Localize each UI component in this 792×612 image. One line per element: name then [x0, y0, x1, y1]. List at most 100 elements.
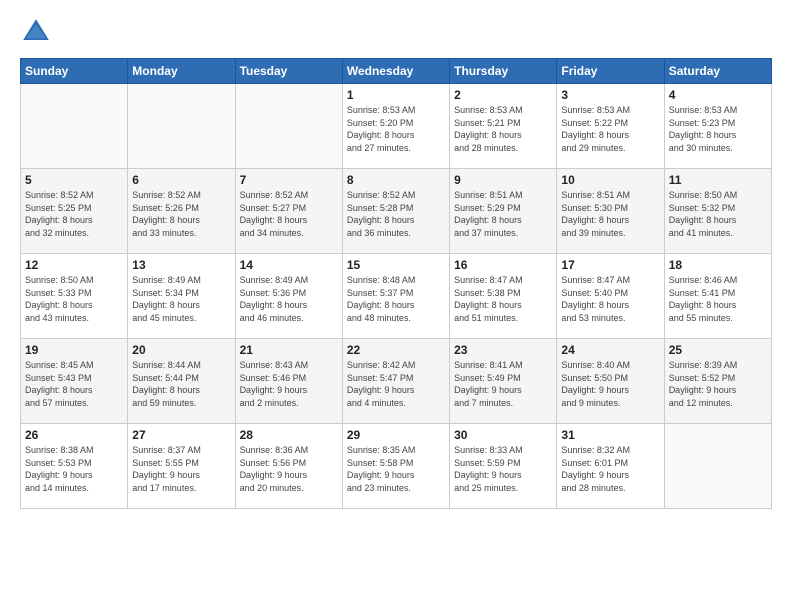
day-info: Sunrise: 8:40 AM Sunset: 5:50 PM Dayligh…	[561, 359, 659, 409]
calendar-cell: 10 Sunrise: 8:51 AM Sunset: 5:30 PM Dayli…	[557, 169, 664, 254]
calendar-cell: 17 Sunrise: 8:47 AM Sunset: 5:40 PM Dayli…	[557, 254, 664, 339]
calendar-cell: 11 Sunrise: 8:50 AM Sunset: 5:32 PM Dayli…	[664, 169, 771, 254]
calendar-cell: 21 Sunrise: 8:43 AM Sunset: 5:46 PM Dayli…	[235, 339, 342, 424]
day-number: 23	[454, 343, 552, 357]
day-info: Sunrise: 8:52 AM Sunset: 5:28 PM Dayligh…	[347, 189, 445, 239]
weekday-header: Sunday	[21, 59, 128, 84]
day-number: 22	[347, 343, 445, 357]
calendar-cell: 25 Sunrise: 8:39 AM Sunset: 5:52 PM Dayli…	[664, 339, 771, 424]
weekday-header: Friday	[557, 59, 664, 84]
calendar-cell: 18Sunrise: 8:46 AM Sunset: 5:41 PM Dayli…	[664, 254, 771, 339]
day-number: 9	[454, 173, 552, 187]
day-number: 25	[669, 343, 767, 357]
day-info: Sunrise: 8:52 AM Sunset: 5:27 PM Dayligh…	[240, 189, 338, 239]
calendar-cell	[664, 424, 771, 509]
calendar-week-row: 12 Sunrise: 8:50 AM Sunset: 5:33 PM Dayli…	[21, 254, 772, 339]
day-number: 30	[454, 428, 552, 442]
day-number: 4	[669, 88, 767, 102]
page: SundayMondayTuesdayWednesdayThursdayFrid…	[0, 0, 792, 612]
day-number: 21	[240, 343, 338, 357]
calendar-cell	[235, 84, 342, 169]
calendar-cell: 24 Sunrise: 8:40 AM Sunset: 5:50 PM Dayli…	[557, 339, 664, 424]
day-number: 27	[132, 428, 230, 442]
day-info: Sunrise: 8:51 AM Sunset: 5:30 PM Dayligh…	[561, 189, 659, 239]
calendar-cell: 31 Sunrise: 8:32 AM Sunset: 6:01 PM Dayli…	[557, 424, 664, 509]
calendar-cell: 1 Sunrise: 8:53 AM Sunset: 5:20 PM Daylig…	[342, 84, 449, 169]
calendar-week-row: 1 Sunrise: 8:53 AM Sunset: 5:20 PM Daylig…	[21, 84, 772, 169]
weekday-header: Wednesday	[342, 59, 449, 84]
calendar-cell: 28 Sunrise: 8:36 AM Sunset: 5:56 PM Dayli…	[235, 424, 342, 509]
weekday-header: Monday	[128, 59, 235, 84]
day-info: Sunrise: 8:46 AM Sunset: 5:41 PM Dayligh…	[669, 274, 767, 324]
calendar-cell: 3Sunrise: 8:53 AM Sunset: 5:22 PM Daylig…	[557, 84, 664, 169]
calendar-cell: 19 Sunrise: 8:45 AM Sunset: 5:43 PM Dayli…	[21, 339, 128, 424]
calendar-cell: 5 Sunrise: 8:52 AM Sunset: 5:25 PM Daylig…	[21, 169, 128, 254]
day-info: Sunrise: 8:37 AM Sunset: 5:55 PM Dayligh…	[132, 444, 230, 494]
day-info: Sunrise: 8:48 AM Sunset: 5:37 PM Dayligh…	[347, 274, 445, 324]
day-info: Sunrise: 8:47 AM Sunset: 5:38 PM Dayligh…	[454, 274, 552, 324]
day-number: 10	[561, 173, 659, 187]
day-info: Sunrise: 8:51 AM Sunset: 5:29 PM Dayligh…	[454, 189, 552, 239]
day-info: Sunrise: 8:52 AM Sunset: 5:25 PM Dayligh…	[25, 189, 123, 239]
day-info: Sunrise: 8:36 AM Sunset: 5:56 PM Dayligh…	[240, 444, 338, 494]
day-number: 6	[132, 173, 230, 187]
day-info: Sunrise: 8:50 AM Sunset: 5:32 PM Dayligh…	[669, 189, 767, 239]
day-number: 7	[240, 173, 338, 187]
day-number: 31	[561, 428, 659, 442]
calendar-cell: 22 Sunrise: 8:42 AM Sunset: 5:47 PM Dayli…	[342, 339, 449, 424]
day-info: Sunrise: 8:49 AM Sunset: 5:36 PM Dayligh…	[240, 274, 338, 324]
weekday-header: Thursday	[450, 59, 557, 84]
calendar-week-row: 5 Sunrise: 8:52 AM Sunset: 5:25 PM Daylig…	[21, 169, 772, 254]
logo	[20, 16, 56, 48]
day-number: 24	[561, 343, 659, 357]
day-info: Sunrise: 8:53 AM Sunset: 5:22 PM Dayligh…	[561, 104, 659, 154]
day-info: Sunrise: 8:53 AM Sunset: 5:23 PM Dayligh…	[669, 104, 767, 154]
day-info: Sunrise: 8:41 AM Sunset: 5:49 PM Dayligh…	[454, 359, 552, 409]
day-info: Sunrise: 8:38 AM Sunset: 5:53 PM Dayligh…	[25, 444, 123, 494]
day-number: 17	[561, 258, 659, 272]
calendar-cell: 26 Sunrise: 8:38 AM Sunset: 5:53 PM Dayli…	[21, 424, 128, 509]
calendar-cell: 8 Sunrise: 8:52 AM Sunset: 5:28 PM Daylig…	[342, 169, 449, 254]
calendar-table: SundayMondayTuesdayWednesdayThursdayFrid…	[20, 58, 772, 509]
day-info: Sunrise: 8:32 AM Sunset: 6:01 PM Dayligh…	[561, 444, 659, 494]
logo-icon	[20, 16, 52, 48]
day-info: Sunrise: 8:53 AM Sunset: 5:20 PM Dayligh…	[347, 104, 445, 154]
day-number: 11	[669, 173, 767, 187]
day-number: 1	[347, 88, 445, 102]
calendar-cell: 14 Sunrise: 8:49 AM Sunset: 5:36 PM Dayli…	[235, 254, 342, 339]
day-info: Sunrise: 8:45 AM Sunset: 5:43 PM Dayligh…	[25, 359, 123, 409]
day-number: 2	[454, 88, 552, 102]
calendar-week-row: 19 Sunrise: 8:45 AM Sunset: 5:43 PM Dayli…	[21, 339, 772, 424]
day-info: Sunrise: 8:47 AM Sunset: 5:40 PM Dayligh…	[561, 274, 659, 324]
day-number: 12	[25, 258, 123, 272]
header	[20, 16, 772, 48]
day-number: 19	[25, 343, 123, 357]
day-number: 8	[347, 173, 445, 187]
calendar-cell	[128, 84, 235, 169]
day-number: 28	[240, 428, 338, 442]
day-number: 15	[347, 258, 445, 272]
calendar-cell: 13Sunrise: 8:49 AM Sunset: 5:34 PM Dayli…	[128, 254, 235, 339]
calendar-cell: 12 Sunrise: 8:50 AM Sunset: 5:33 PM Dayli…	[21, 254, 128, 339]
day-info: Sunrise: 8:44 AM Sunset: 5:44 PM Dayligh…	[132, 359, 230, 409]
calendar-cell	[21, 84, 128, 169]
day-number: 14	[240, 258, 338, 272]
calendar-cell: 29Sunrise: 8:35 AM Sunset: 5:58 PM Dayli…	[342, 424, 449, 509]
day-info: Sunrise: 8:53 AM Sunset: 5:21 PM Dayligh…	[454, 104, 552, 154]
day-number: 5	[25, 173, 123, 187]
calendar-cell: 16Sunrise: 8:47 AM Sunset: 5:38 PM Dayli…	[450, 254, 557, 339]
day-info: Sunrise: 8:50 AM Sunset: 5:33 PM Dayligh…	[25, 274, 123, 324]
calendar-cell: 6 Sunrise: 8:52 AM Sunset: 5:26 PM Daylig…	[128, 169, 235, 254]
weekday-header: Saturday	[664, 59, 771, 84]
calendar-cell: 23 Sunrise: 8:41 AM Sunset: 5:49 PM Dayli…	[450, 339, 557, 424]
day-info: Sunrise: 8:33 AM Sunset: 5:59 PM Dayligh…	[454, 444, 552, 494]
day-info: Sunrise: 8:39 AM Sunset: 5:52 PM Dayligh…	[669, 359, 767, 409]
day-info: Sunrise: 8:52 AM Sunset: 5:26 PM Dayligh…	[132, 189, 230, 239]
day-info: Sunrise: 8:43 AM Sunset: 5:46 PM Dayligh…	[240, 359, 338, 409]
day-info: Sunrise: 8:35 AM Sunset: 5:58 PM Dayligh…	[347, 444, 445, 494]
day-number: 26	[25, 428, 123, 442]
day-info: Sunrise: 8:42 AM Sunset: 5:47 PM Dayligh…	[347, 359, 445, 409]
calendar-cell: 7 Sunrise: 8:52 AM Sunset: 5:27 PM Daylig…	[235, 169, 342, 254]
calendar-cell: 20Sunrise: 8:44 AM Sunset: 5:44 PM Dayli…	[128, 339, 235, 424]
calendar-cell: 27 Sunrise: 8:37 AM Sunset: 5:55 PM Dayli…	[128, 424, 235, 509]
